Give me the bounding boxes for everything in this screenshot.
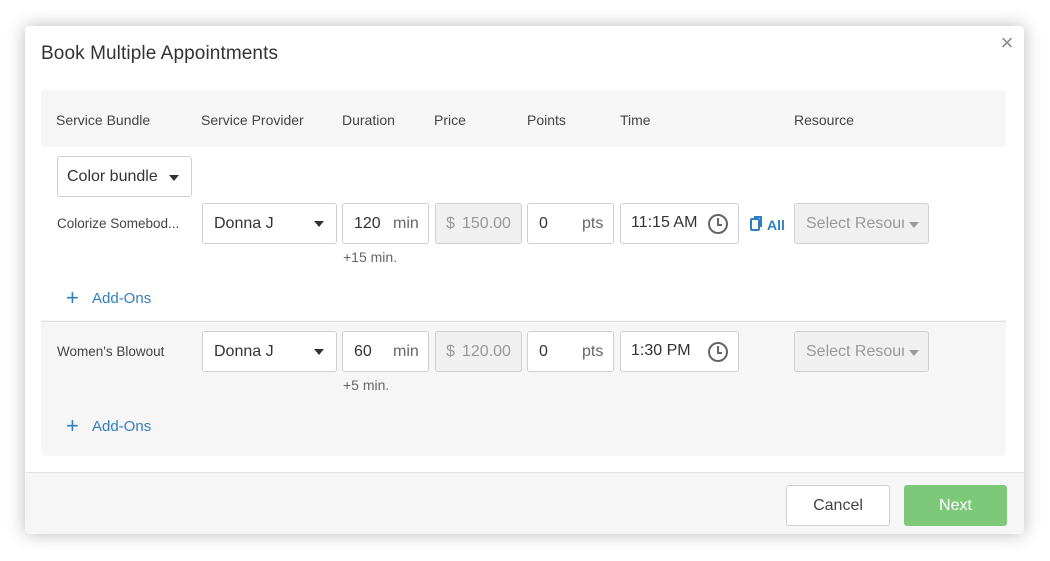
resource-select[interactable]: Select Resour [794,203,929,244]
clock-icon [708,342,728,362]
time-input[interactable]: 1:30 PM [620,331,739,372]
points-unit: pts [582,343,604,360]
price-currency: $ [446,215,455,232]
price-input: $ 150.00 [435,203,522,244]
provider-select-value: Donna J [214,343,274,360]
provider-select[interactable]: Donna J [202,203,337,244]
chevron-down-icon [909,350,919,356]
appointment-row-2: Women's Blowout Donna J 60 min +5 min. $… [41,321,1006,456]
points-value: 0 [539,343,548,360]
price-value: 120.00 [462,343,511,360]
duration-value: 120 [354,215,381,232]
time-value: 11:15 AM [631,214,698,231]
header-service-provider: Service Provider [201,112,304,128]
clock-icon [708,214,728,234]
close-icon[interactable]: × [996,32,1018,55]
duration-unit: min [393,343,419,360]
duration-extra: +15 min. [343,249,398,265]
dialog-footer: Cancel Next [25,473,1024,534]
price-currency: $ [446,343,455,360]
chevron-down-icon [909,222,919,228]
time-input[interactable]: 11:15 AM [620,203,739,244]
provider-select-value: Donna J [214,215,274,232]
time-value: 1:30 PM [631,342,691,359]
provider-select[interactable]: Donna J [202,331,337,372]
plus-icon: + [66,285,79,310]
apply-to-all-label: All [767,217,785,233]
resource-placeholder: Select Resour [806,215,904,232]
add-ons-label: Add-Ons [92,290,152,307]
header-service-bundle: Service Bundle [56,112,151,128]
chevron-down-icon [169,175,179,181]
resource-select[interactable]: Select Resour [794,331,929,372]
cancel-button[interactable]: Cancel [786,485,890,526]
bundle-select-value: Color bundle [67,168,158,185]
appointment-row-1: Color bundle Colorize Somebod... Donna J… [41,147,1006,320]
book-multiple-appointments-dialog: Book Multiple Appointments × Service Bun… [25,26,1024,534]
add-ons-button[interactable]: + Add-Ons [66,413,186,438]
price-value: 150.00 [462,215,511,232]
duration-value: 60 [354,343,372,360]
points-input[interactable]: 0 pts [527,203,614,244]
duration-input[interactable]: 60 min [342,331,429,372]
next-button[interactable]: Next [904,485,1007,526]
resource-placeholder: Select Resour [806,343,904,360]
add-ons-label: Add-Ons [92,418,152,435]
copy-icon [750,216,762,231]
points-unit: pts [582,215,604,232]
dialog-title: Book Multiple Appointments [41,43,279,64]
service-name: Colorize Somebod... [57,216,180,231]
header-price: Price [434,112,466,128]
header-points: Points [527,112,566,128]
duration-extra: +5 min. [343,377,390,393]
add-ons-button[interactable]: + Add-Ons [66,285,186,310]
chevron-down-icon [314,349,324,355]
price-input: $ 120.00 [435,331,522,372]
duration-input[interactable]: 120 min [342,203,429,244]
appointments-table: Service Bundle Service Provider Duration… [41,90,1006,456]
chevron-down-icon [314,221,324,227]
service-name: Women's Blowout [57,344,165,359]
header-duration: Duration [342,112,395,128]
header-resource: Resource [794,112,854,128]
bundle-select[interactable]: Color bundle [57,156,192,197]
duration-unit: min [393,215,419,232]
header-time: Time [620,112,651,128]
plus-icon: + [66,413,79,438]
points-input[interactable]: 0 pts [527,331,614,372]
points-value: 0 [539,215,548,232]
